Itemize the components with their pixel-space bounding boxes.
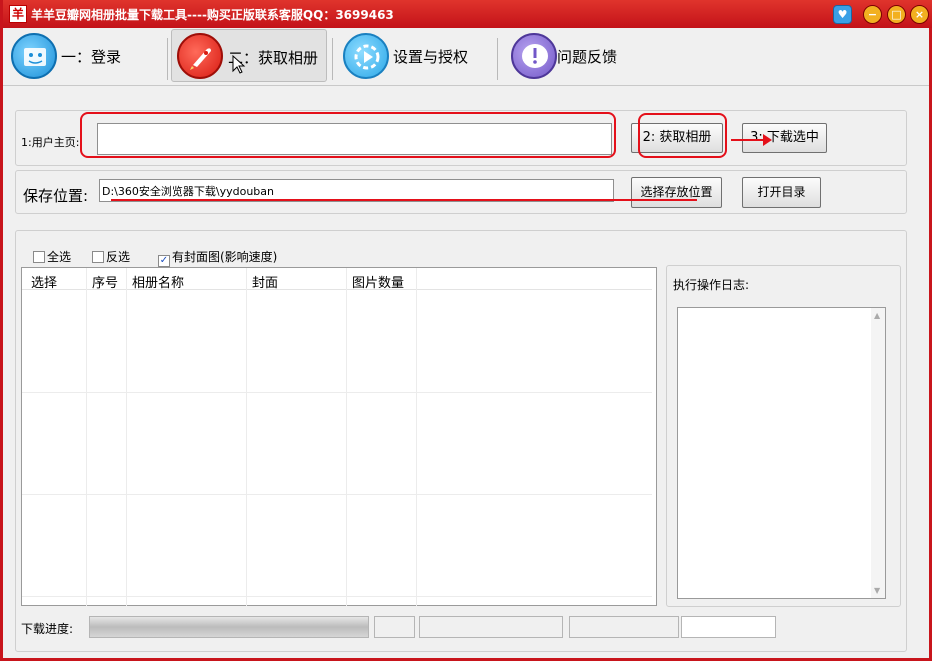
invert-label: 反选 (106, 250, 131, 264)
minimize-button[interactable]: − (863, 5, 882, 24)
toolbar-separator (332, 38, 333, 80)
user-home-label: 1:用户主页: (21, 136, 80, 149)
main-toolbar: 一：登录 二：获取相册 设置与授权 问题反馈 (3, 28, 929, 86)
table-header: 选择 序号 相册名称 封面 图片数量 (22, 268, 652, 291)
tab-get-album[interactable]: 二：获取相册 (171, 29, 327, 82)
grid-line (416, 268, 417, 606)
maximize-button[interactable]: □ (887, 5, 906, 24)
checkbox-box[interactable] (92, 251, 104, 263)
download-selected-button[interactable]: 3: 下载选中 (742, 123, 827, 153)
choose-folder-button[interactable]: 选择存放位置 (631, 177, 722, 208)
annotation-arrowhead (763, 134, 772, 146)
log-label: 执行操作日志: (673, 278, 750, 292)
tab-feedback[interactable]: 问题反馈 (503, 28, 663, 84)
grid-line (126, 268, 127, 606)
column-header[interactable]: 选择 (31, 272, 57, 291)
tab-login[interactable]: 一：登录 (3, 28, 165, 84)
column-header[interactable]: 相册名称 (132, 272, 184, 291)
rocket-icon (177, 33, 223, 79)
titlebar[interactable]: 羊 羊羊豆瓣网相册批量下载工具----购买正版联系客服QQ：3699463 ♥ … (3, 0, 932, 28)
tab-login-label: 一：登录 (61, 48, 122, 66)
skin-icon[interactable]: ♥ (833, 5, 852, 24)
column-header[interactable]: 序号 (92, 272, 118, 291)
with-cover-label: 有封面图(影响速度) (172, 250, 278, 264)
open-directory-button[interactable]: 打开目录 (742, 177, 821, 208)
mouse-cursor-icon (232, 55, 246, 74)
status-field (569, 616, 679, 638)
grid-line (22, 494, 652, 495)
status-field (374, 616, 415, 638)
finder-face-icon (11, 33, 57, 79)
app-icon: 羊 (9, 5, 27, 23)
grid-line (22, 596, 652, 597)
log-scrollbar[interactable]: ▲ ▼ (871, 308, 885, 598)
grid-line (246, 268, 247, 606)
status-field (681, 616, 776, 638)
select-all-checkbox[interactable]: 全选 (33, 248, 71, 265)
album-table[interactable]: 选择 序号 相册名称 封面 图片数量 (21, 267, 657, 606)
exclamation-icon (511, 33, 557, 79)
window-title: 羊羊豆瓣网相册批量下载工具----购买正版联系客服QQ：3699463 (31, 8, 394, 22)
download-progress-bar (89, 616, 369, 638)
checkmark-icon[interactable]: ✓ (158, 255, 170, 267)
status-field (419, 616, 563, 638)
tab-feedback-label: 问题反馈 (557, 48, 618, 66)
grid-line (22, 392, 652, 393)
play-settings-icon (343, 33, 389, 79)
scroll-down-icon[interactable]: ▼ (874, 586, 880, 595)
main-window: 羊 羊羊豆瓣网相册批量下载工具----购买正版联系客服QQ：3699463 ♥ … (0, 0, 932, 661)
tab-settings-label: 设置与授权 (393, 48, 469, 66)
get-album-button[interactable]: 2: 获取相册 (631, 123, 723, 153)
scroll-up-icon[interactable]: ▲ (874, 311, 880, 320)
progress-label: 下载进度: (21, 622, 74, 636)
tab-settings[interactable]: 设置与授权 (335, 28, 495, 84)
save-location-label: 保存位置: (23, 187, 89, 205)
column-header[interactable]: 封面 (252, 272, 278, 291)
progress-fill (90, 617, 368, 637)
user-home-input[interactable] (97, 123, 612, 155)
invert-selection-checkbox[interactable]: 反选 (92, 248, 130, 265)
with-cover-checkbox[interactable]: ✓ 有封面图(影响速度) (158, 248, 277, 267)
log-textarea[interactable]: ▲ ▼ (677, 307, 886, 599)
save-location-input[interactable]: D:\360安全浏览器下载\yydouban (99, 179, 614, 202)
select-all-label: 全选 (47, 250, 72, 264)
grid-line (346, 268, 347, 606)
close-button[interactable]: × (910, 5, 929, 24)
checkbox-box[interactable] (33, 251, 45, 263)
column-header[interactable]: 图片数量 (352, 272, 404, 291)
toolbar-separator (167, 38, 168, 80)
toolbar-separator (497, 38, 498, 80)
grid-line (86, 268, 87, 606)
